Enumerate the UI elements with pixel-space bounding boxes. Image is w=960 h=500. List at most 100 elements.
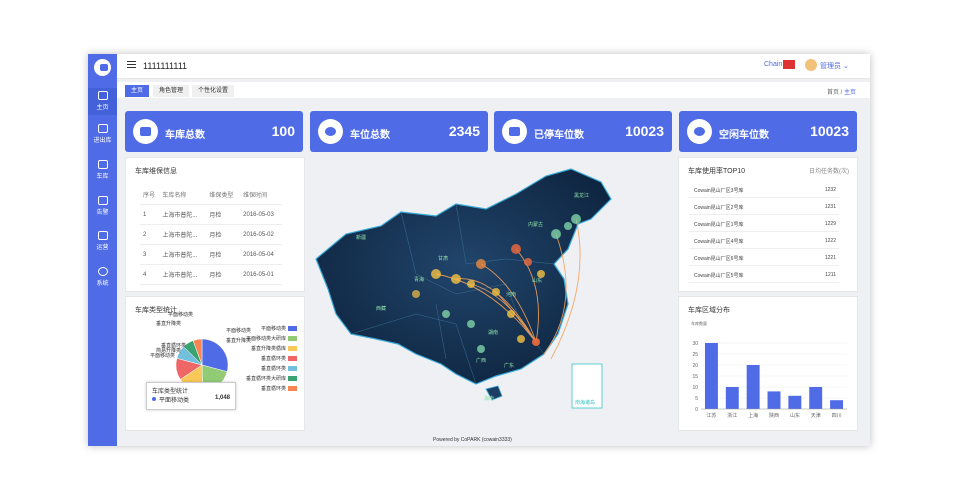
y-tick-label: 15	[692, 374, 698, 380]
svg-text:内蒙古: 内蒙古	[528, 221, 543, 228]
y-tick-label: 0	[695, 407, 698, 413]
sidebar-item-inout[interactable]: 进出库	[88, 124, 117, 144]
tab-personalization[interactable]: 个性化设置	[192, 85, 235, 97]
bar[interactable]	[809, 387, 823, 409]
maintenance-card: 车库维保信息 序号 车库名称 维保类型 维保时间 1 上海市普陀... 月检 2016…	[125, 157, 305, 292]
y-tick-label: 5	[695, 396, 698, 402]
top10-card: 车库使用率TOP10 日均任务数(次) Cowain昆山厂区3号库 1232 Co…	[678, 157, 858, 292]
maintenance-table: 序号 车库名称 维保类型 维保时间 1 上海市普陀... 月检 2016-05-03 …	[140, 184, 282, 285]
pie-tooltip: 车库类型统计 平面移动类 1,048	[146, 382, 236, 410]
chevron-down-icon: ⌄	[842, 63, 849, 70]
legend-label: 垂直循环类大研库	[246, 375, 286, 382]
parking-icon	[318, 119, 343, 144]
home-icon	[97, 91, 108, 100]
bar[interactable]	[704, 343, 718, 409]
chain-label[interactable]: Chain	[764, 61, 782, 68]
bar[interactable]	[725, 387, 739, 409]
legend-label: 垂直循环类	[261, 365, 286, 372]
stat-card-free: 空闲车位数 10023	[679, 111, 857, 152]
svg-text:黑龙江: 黑龙江	[574, 192, 589, 199]
list-item[interactable]: Cowain昆山厂区4号库 1222	[689, 234, 839, 249]
table-row[interactable]: 2 上海市普陀... 月检 2016-05-02	[140, 224, 282, 245]
x-tick-label: 四川	[832, 413, 842, 419]
logo	[94, 59, 111, 76]
svg-text:河南: 河南	[506, 291, 516, 298]
legend-label: 平面移动类	[261, 325, 286, 332]
sidebar-item-alarm[interactable]: 告警	[88, 196, 117, 216]
sidebar-item-operation[interactable]: 运营	[88, 231, 117, 251]
tab-bar: 主页 角色管理 个性化设置 首页 / 主页	[117, 82, 870, 98]
sidebar-item-system[interactable]: 系统	[88, 267, 117, 287]
tab-home[interactable]: 主页	[125, 85, 150, 97]
svg-text:海南: 海南	[484, 395, 494, 402]
bar[interactable]	[788, 395, 802, 409]
legend-swatch[interactable]	[288, 346, 297, 351]
sidebar-item-home[interactable]: 主页	[88, 88, 117, 115]
legend-swatch[interactable]	[288, 356, 297, 361]
y-tick-label: 10	[692, 385, 698, 391]
list-item[interactable]: Cowain昆山厂区3号库 1232	[689, 183, 839, 198]
svg-text:湖南: 湖南	[488, 329, 498, 336]
svg-text:山东: 山东	[532, 277, 542, 284]
table-row[interactable]: 3 上海市普陀... 月检 2016-05-04	[140, 244, 282, 265]
flag-icon[interactable]	[783, 60, 795, 69]
legend-swatch[interactable]	[288, 336, 297, 341]
avatar[interactable]	[805, 59, 817, 71]
sidebar-item-garage[interactable]: 车库	[88, 160, 117, 180]
list-item[interactable]: Cowain昆山厂区6号库 1221	[689, 251, 839, 266]
list-item[interactable]: Cowain昆山厂区5号库 1211	[689, 268, 839, 283]
breadcrumb-home[interactable]: 首页	[827, 90, 839, 96]
bar[interactable]	[746, 365, 760, 409]
circle-icon	[687, 119, 712, 144]
legend-label: 垂直升降类循库	[251, 345, 286, 352]
legend-label: 垂直循环类	[261, 385, 286, 392]
svg-text:新疆: 新疆	[356, 234, 366, 241]
x-tick-label: 山东	[790, 412, 800, 419]
breadcrumb: 首页 / 主页	[826, 90, 856, 96]
bar[interactable]	[830, 400, 844, 409]
pie-label: 平面移动类	[226, 327, 251, 334]
sidebar: 主页 进出库 车库 告警 运营 系统	[88, 54, 117, 446]
svg-text:广西: 广西	[476, 357, 486, 364]
x-tick-label: 浙江	[727, 412, 737, 419]
y-tick-label: 25	[692, 352, 698, 358]
table-row[interactable]: 1 上海市普陀... 月检 2016-05-03	[140, 204, 282, 225]
app-title: 1111111111	[143, 61, 188, 71]
garage-icon	[133, 119, 158, 144]
pie-card: 车库类型统计 平面移动类 垂直升降类 垂直循环类 简易升降类 平面移动类 平面移动类 垂直升…	[125, 296, 305, 431]
bar-chart: 0 5 10 15 20 25 30 江苏 浙江 上海 陕西 山东 天津 四川	[692, 341, 847, 419]
pie-label: 平面移动类	[168, 311, 193, 318]
bar[interactable]	[767, 391, 781, 409]
alarm-icon	[97, 196, 108, 205]
app-window: 主页 进出库 车库 告警 运营 系统 1111111111 Chain 管理员 …	[88, 54, 870, 446]
footer-powered: Powered by CoPARK (cowain3333)	[433, 437, 512, 443]
svg-text:广东: 广东	[504, 362, 514, 369]
tab-role-management[interactable]: 角色管理	[153, 85, 190, 97]
svg-text:南海诸岛: 南海诸岛	[575, 399, 595, 406]
legend-swatch[interactable]	[288, 366, 297, 371]
pie-label: 平面移动类	[150, 352, 175, 359]
table-row[interactable]: 4 上海市普陀... 月检 2016-05-01	[140, 264, 282, 285]
operation-icon	[97, 231, 108, 240]
inout-icon	[97, 124, 108, 133]
breadcrumb-current: 主页	[843, 90, 856, 96]
garage-icon	[97, 160, 108, 169]
china-outline	[315, 168, 612, 385]
menu-toggle-icon[interactable]	[127, 61, 136, 70]
y-tick-label: 30	[692, 341, 698, 347]
pie-label: 垂直升降类	[156, 320, 181, 327]
svg-text:西藏: 西藏	[376, 305, 386, 312]
x-tick-label: 江苏	[706, 412, 716, 419]
user-menu[interactable]: 管理员 ⌄	[820, 61, 849, 71]
list-item[interactable]: Cowain昆山厂区1号库 1229	[689, 217, 839, 232]
china-map[interactable]: 黑龙江 内蒙古 新疆 西藏 青海 甘肃 河南 山东 广东 广西 湖南 海南 南海…	[306, 164, 654, 432]
list-item[interactable]: Cowain昆山厂区2号库 1231	[689, 200, 839, 215]
x-tick-label: 天津	[811, 412, 821, 419]
legend-swatch[interactable]	[288, 386, 297, 391]
svg-text:甘肃: 甘肃	[438, 255, 448, 262]
stat-card-space-total: 车位总数 2345	[310, 111, 488, 152]
bar-card: 车库区域分布 车库数量 0 5 10 15 20 25 30 江苏 浙江 上海 陕西 山东 天津 四川	[678, 296, 858, 431]
legend-swatch[interactable]	[288, 326, 297, 331]
legend-swatch[interactable]	[288, 376, 297, 381]
top-bar: 1111111111 Chain 管理员 ⌄	[117, 54, 870, 79]
